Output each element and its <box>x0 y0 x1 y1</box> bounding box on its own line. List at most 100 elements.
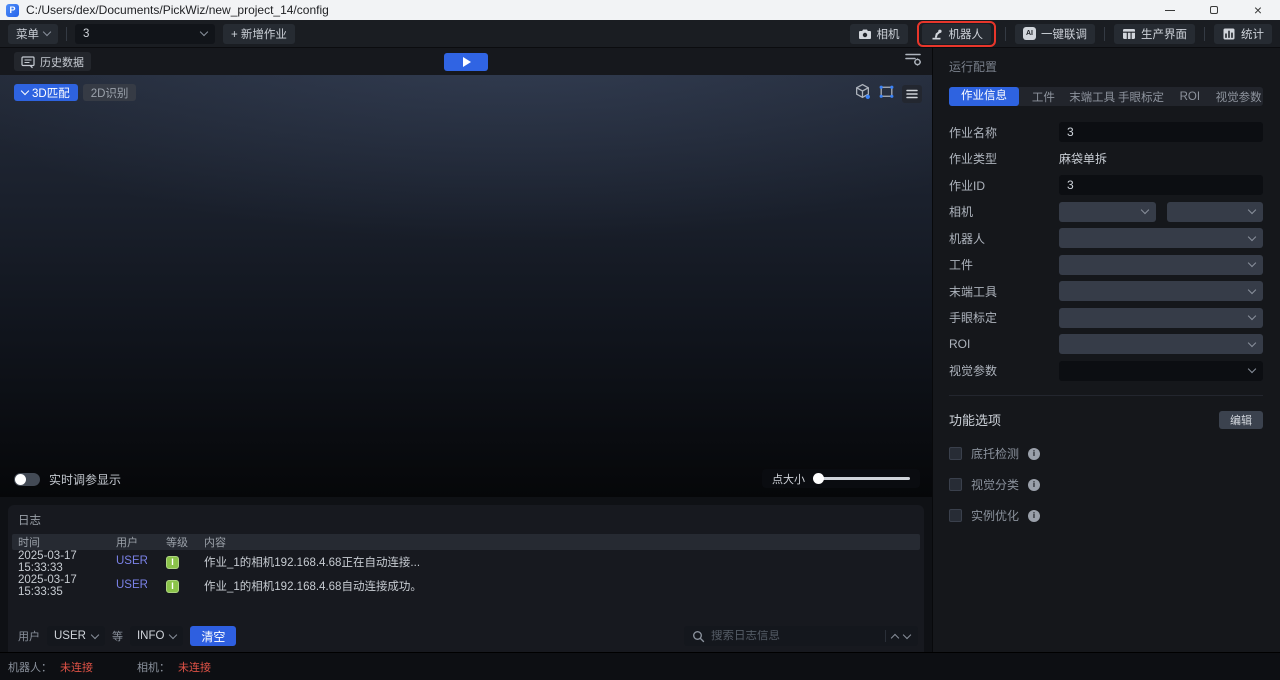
robot-select[interactable] <box>1059 228 1263 248</box>
filter-user-select[interactable]: USER <box>47 626 105 646</box>
edit-features-button[interactable]: 编辑 <box>1219 411 1263 429</box>
tab-workpiece[interactable]: 工件 <box>1019 89 1068 105</box>
realtime-params-label: 实时调参显示 <box>49 471 121 488</box>
run-settings-button[interactable] <box>904 51 922 72</box>
camera-select-1[interactable] <box>1059 202 1156 222</box>
tab-3d-match[interactable]: 3D匹配 <box>14 84 78 101</box>
search-next-button[interactable] <box>903 630 911 638</box>
main-toolbar: 菜单 3 + 新增作业 相机 机器人 AI 一键联调 生产界面 <box>0 20 1280 48</box>
info-icon[interactable]: i <box>1028 479 1040 491</box>
camera-status-value: 未连接 <box>178 659 211 675</box>
log-row[interactable]: 2025-03-17 15:33:33 USER I 作业_1的相机192.16… <box>12 550 920 574</box>
log-content: 作业_1的相机192.168.4.68正在自动连接... <box>204 554 920 570</box>
slider-handle[interactable] <box>813 473 824 484</box>
job-select[interactable]: 3 <box>75 24 215 44</box>
play-icon <box>463 57 471 67</box>
robot-arm-icon <box>930 27 944 41</box>
end-tool-field-label: 末端工具 <box>949 283 1059 300</box>
robot-status-label: 机器人： <box>8 659 52 675</box>
filter-level-value: INFO <box>137 630 164 642</box>
job-id-label: 作业ID <box>949 177 1059 194</box>
new-job-button[interactable]: + 新增作业 <box>223 24 295 44</box>
hand-eye-select[interactable] <box>1059 308 1263 328</box>
chevron-down-icon <box>1248 338 1256 346</box>
window-title-path: C:/Users/dex/Documents/PickWiz/new_proje… <box>26 3 329 17</box>
job-id-input[interactable] <box>1059 175 1263 195</box>
log-time: 2025-03-17 15:33:35 <box>12 574 116 598</box>
tab-hand-eye[interactable]: 手眼标定 <box>1117 89 1166 105</box>
log-panel: 日志 时间 用户 等级 内容 2025-03-17 15:33:33 USER … <box>8 505 924 652</box>
chevron-down-icon <box>169 630 177 638</box>
tab-job-info[interactable]: 作业信息 <box>949 87 1019 106</box>
robot-button[interactable]: 机器人 <box>922 24 992 44</box>
info-icon[interactable]: i <box>1028 510 1040 522</box>
vision-classify-label: 视觉分类 <box>971 476 1019 493</box>
job-name-input[interactable] <box>1059 122 1263 142</box>
point-size-slider[interactable] <box>814 477 910 480</box>
realtime-toggle-group: 实时调参显示 <box>14 471 121 488</box>
log-search-input[interactable] <box>711 630 879 642</box>
tab-end-tool[interactable]: 末端工具 <box>1068 89 1117 105</box>
statistics-button[interactable]: 统计 <box>1214 24 1272 44</box>
workpiece-row: 工件 <box>949 255 1263 275</box>
bar-chart-icon <box>1222 27 1236 41</box>
vision-classify-checkbox[interactable] <box>949 478 962 491</box>
viewport-menu-button[interactable] <box>902 85 922 103</box>
history-data-button[interactable]: 历史数据 <box>14 52 91 71</box>
left-column: 历史数据 3D匹配 2D识别 <box>0 48 932 652</box>
one-key-debug-button[interactable]: AI 一键联调 <box>1015 24 1095 44</box>
search-prev-button[interactable] <box>891 633 899 641</box>
log-time: 2025-03-17 15:33:33 <box>12 550 116 574</box>
end-tool-select[interactable] <box>1059 281 1263 301</box>
run-button[interactable] <box>444 53 488 71</box>
production-ui-button[interactable]: 生产界面 <box>1114 24 1195 44</box>
job-type-row: 作业类型 麻袋单拆 <box>949 149 1263 169</box>
window-titlebar: P C:/Users/dex/Documents/PickWiz/new_pro… <box>0 0 1280 20</box>
realtime-params-toggle[interactable] <box>14 473 40 486</box>
maximize-button[interactable] <box>1192 0 1236 20</box>
menu-button[interactable]: 菜单 <box>8 24 58 44</box>
3d-viewport[interactable]: 3D匹配 2D识别 实时调参显示 <box>0 75 932 497</box>
tab-2d-recognition[interactable]: 2D识别 <box>83 84 137 101</box>
camera-button[interactable]: 相机 <box>850 24 908 44</box>
log-level-badge: I <box>166 580 179 593</box>
workpiece-select[interactable] <box>1059 255 1263 275</box>
roi-field-label: ROI <box>949 337 1059 351</box>
app-icon: P <box>6 4 19 17</box>
instance-optimize-checkbox[interactable] <box>949 509 962 522</box>
job-select-value: 3 <box>83 28 89 40</box>
reset-view-button[interactable] <box>854 83 871 105</box>
tab-roi[interactable]: ROI <box>1165 91 1214 103</box>
statistics-label: 统计 <box>1241 26 1264 42</box>
camera-select-2[interactable] <box>1167 202 1264 222</box>
camera-label: 相机 <box>877 26 900 42</box>
clear-log-button[interactable]: 清空 <box>190 626 236 646</box>
features-header: 功能选项 编辑 <box>949 410 1263 429</box>
filter-level-select[interactable]: INFO <box>130 626 183 646</box>
end-tool-row: 末端工具 <box>949 281 1263 301</box>
viewport-tools <box>854 83 922 105</box>
tab-vision-params[interactable]: 视觉参数 <box>1214 89 1263 105</box>
chevron-down-icon <box>1248 312 1256 320</box>
info-icon[interactable]: i <box>1028 448 1040 460</box>
features-title: 功能选项 <box>949 410 1001 429</box>
chevron-down-icon <box>1248 206 1256 214</box>
vision-params-select[interactable] <box>1059 361 1263 381</box>
chevron-down-icon <box>91 630 99 638</box>
view-orientation-button[interactable] <box>878 83 895 105</box>
feature-row-vision-classify: 视觉分类 i <box>949 476 1263 493</box>
log-col-user: 用户 <box>116 534 166 550</box>
one-key-debug-label: 一键联调 <box>1041 26 1087 42</box>
minimize-button[interactable] <box>1148 0 1192 20</box>
roi-select[interactable] <box>1059 334 1263 354</box>
log-row[interactable]: 2025-03-17 15:33:35 USER I 作业_1的相机192.16… <box>12 574 920 598</box>
list-settings-icon <box>904 51 922 67</box>
search-divider <box>885 630 886 642</box>
close-button[interactable]: × <box>1236 0 1280 20</box>
vision-params-field-label: 视觉参数 <box>949 362 1059 379</box>
point-size-control: 点大小 <box>762 469 920 488</box>
camera-row: 相机 <box>949 202 1263 222</box>
robot-field-label: 机器人 <box>949 230 1059 247</box>
pallet-detect-checkbox[interactable] <box>949 447 962 460</box>
toolbar-divider <box>66 27 67 41</box>
